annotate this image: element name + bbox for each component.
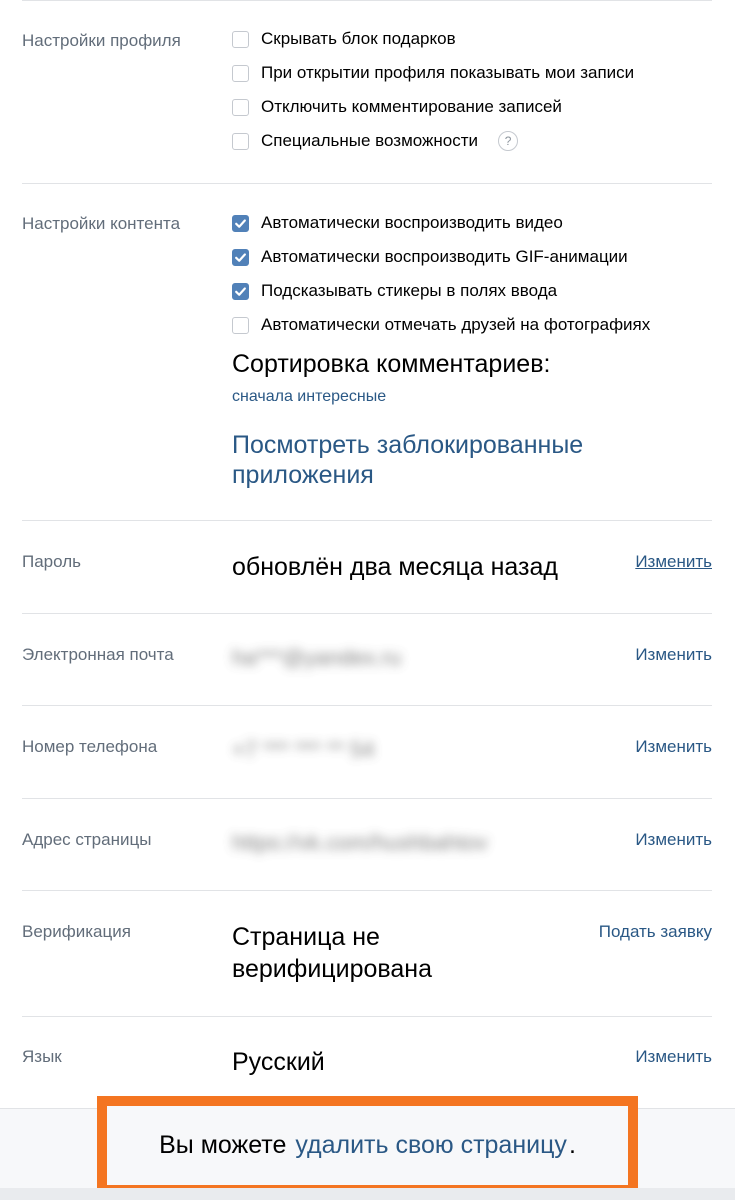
verification-label: Верификация — [22, 922, 131, 941]
checkbox-label: Скрывать блок подарков — [261, 29, 456, 48]
email-label: Электронная почта — [22, 645, 174, 664]
delete-page-link[interactable]: удалить свою страницу — [295, 1131, 567, 1160]
footer-suffix: . — [568, 1131, 576, 1159]
language-label: Язык — [22, 1047, 62, 1066]
checkbox-box[interactable] — [232, 64, 249, 82]
checkbox-tag-friends[interactable]: Автоматически отмечать друзей на фотогра… — [232, 313, 650, 337]
checkbox-disable-comments[interactable]: Отключить комментирование записей — [232, 95, 562, 119]
phone-value: +7 *** *** ** 54 — [232, 737, 375, 762]
checkbox-hide-gifts[interactable]: Скрывать блок подарков — [232, 27, 456, 51]
checkmark-icon — [235, 218, 246, 228]
email-value: ha***@yandex.ru — [232, 645, 402, 670]
checkbox-show-my-posts[interactable]: При открытии профиля показывать мои запи… — [232, 61, 634, 85]
divider — [22, 183, 712, 184]
delete-page-callout: Вы можете удалить свою страницу. — [97, 1096, 638, 1195]
divider — [22, 520, 712, 521]
blocked-apps-link[interactable]: Посмотреть заблокированные приложения — [232, 430, 672, 490]
checkbox-box[interactable] — [232, 132, 249, 150]
settings-page: Настройки профиля Скрывать блок подарков… — [0, 0, 735, 1200]
divider — [22, 0, 712, 1]
password-change-link[interactable]: Изменить — [635, 552, 712, 572]
divider — [22, 798, 712, 799]
checkbox-label: Автоматически воспроизводить GIF-анимаци… — [261, 247, 628, 266]
comment-sort-link[interactable]: сначала интересные — [232, 388, 386, 406]
page-address-value: https://vk.com/hushbahtov — [232, 830, 488, 855]
verification-apply-link[interactable]: Подать заявку — [599, 922, 712, 942]
password-value: обновлён два месяца назад — [232, 553, 559, 581]
checkmark-icon — [235, 252, 246, 262]
checkbox-box[interactable] — [232, 316, 249, 334]
password-label: Пароль — [22, 552, 81, 571]
checkbox-label: Автоматически отмечать друзей на фотогра… — [261, 315, 651, 334]
verification-value: Страница не верифицирована — [232, 923, 433, 983]
bottom-strip — [0, 1188, 735, 1200]
checkbox-label: Подсказывать стикеры в полях ввода — [261, 281, 558, 300]
checkbox-box[interactable] — [232, 214, 249, 232]
divider — [22, 705, 712, 706]
language-value: Русский — [232, 1048, 325, 1076]
checkbox-box[interactable] — [232, 30, 249, 48]
checkbox-label: При открытии профиля показывать мои запи… — [261, 63, 635, 82]
checkbox-accessibility[interactable]: Специальные возможности ? — [232, 129, 519, 153]
checkbox-label: Автоматически воспроизводить видео — [261, 213, 563, 232]
divider — [22, 1016, 712, 1017]
checkbox-box[interactable] — [232, 282, 249, 300]
checkbox-label: Отключить комментирование записей — [261, 97, 562, 116]
page-address-change-link[interactable]: Изменить — [635, 830, 712, 850]
checkmark-icon — [235, 286, 246, 296]
divider — [22, 890, 712, 891]
checkbox-label: Специальные возможности — [261, 131, 479, 150]
checkbox-box[interactable] — [232, 248, 249, 266]
profile-settings-label: Настройки профиля — [22, 31, 181, 50]
footer-prefix: Вы можете — [159, 1131, 287, 1159]
divider — [22, 613, 712, 614]
checkbox-autoplay-gif[interactable]: Автоматически воспроизводить GIF-анимаци… — [232, 245, 628, 269]
phone-change-link[interactable]: Изменить — [635, 737, 712, 757]
page-address-label: Адрес страницы — [22, 830, 152, 849]
comment-sort-title: Сортировка комментариев: — [232, 350, 551, 378]
content-settings-label: Настройки контента — [22, 214, 181, 233]
checkbox-box[interactable] — [232, 98, 249, 116]
checkbox-suggest-stickers[interactable]: Подсказывать стикеры в полях ввода — [232, 279, 557, 303]
email-change-link[interactable]: Изменить — [635, 645, 712, 665]
checkbox-autoplay-video[interactable]: Автоматически воспроизводить видео — [232, 211, 563, 235]
help-icon[interactable]: ? — [498, 131, 519, 151]
language-change-link[interactable]: Изменить — [635, 1047, 712, 1067]
phone-label: Номер телефона — [22, 737, 158, 756]
